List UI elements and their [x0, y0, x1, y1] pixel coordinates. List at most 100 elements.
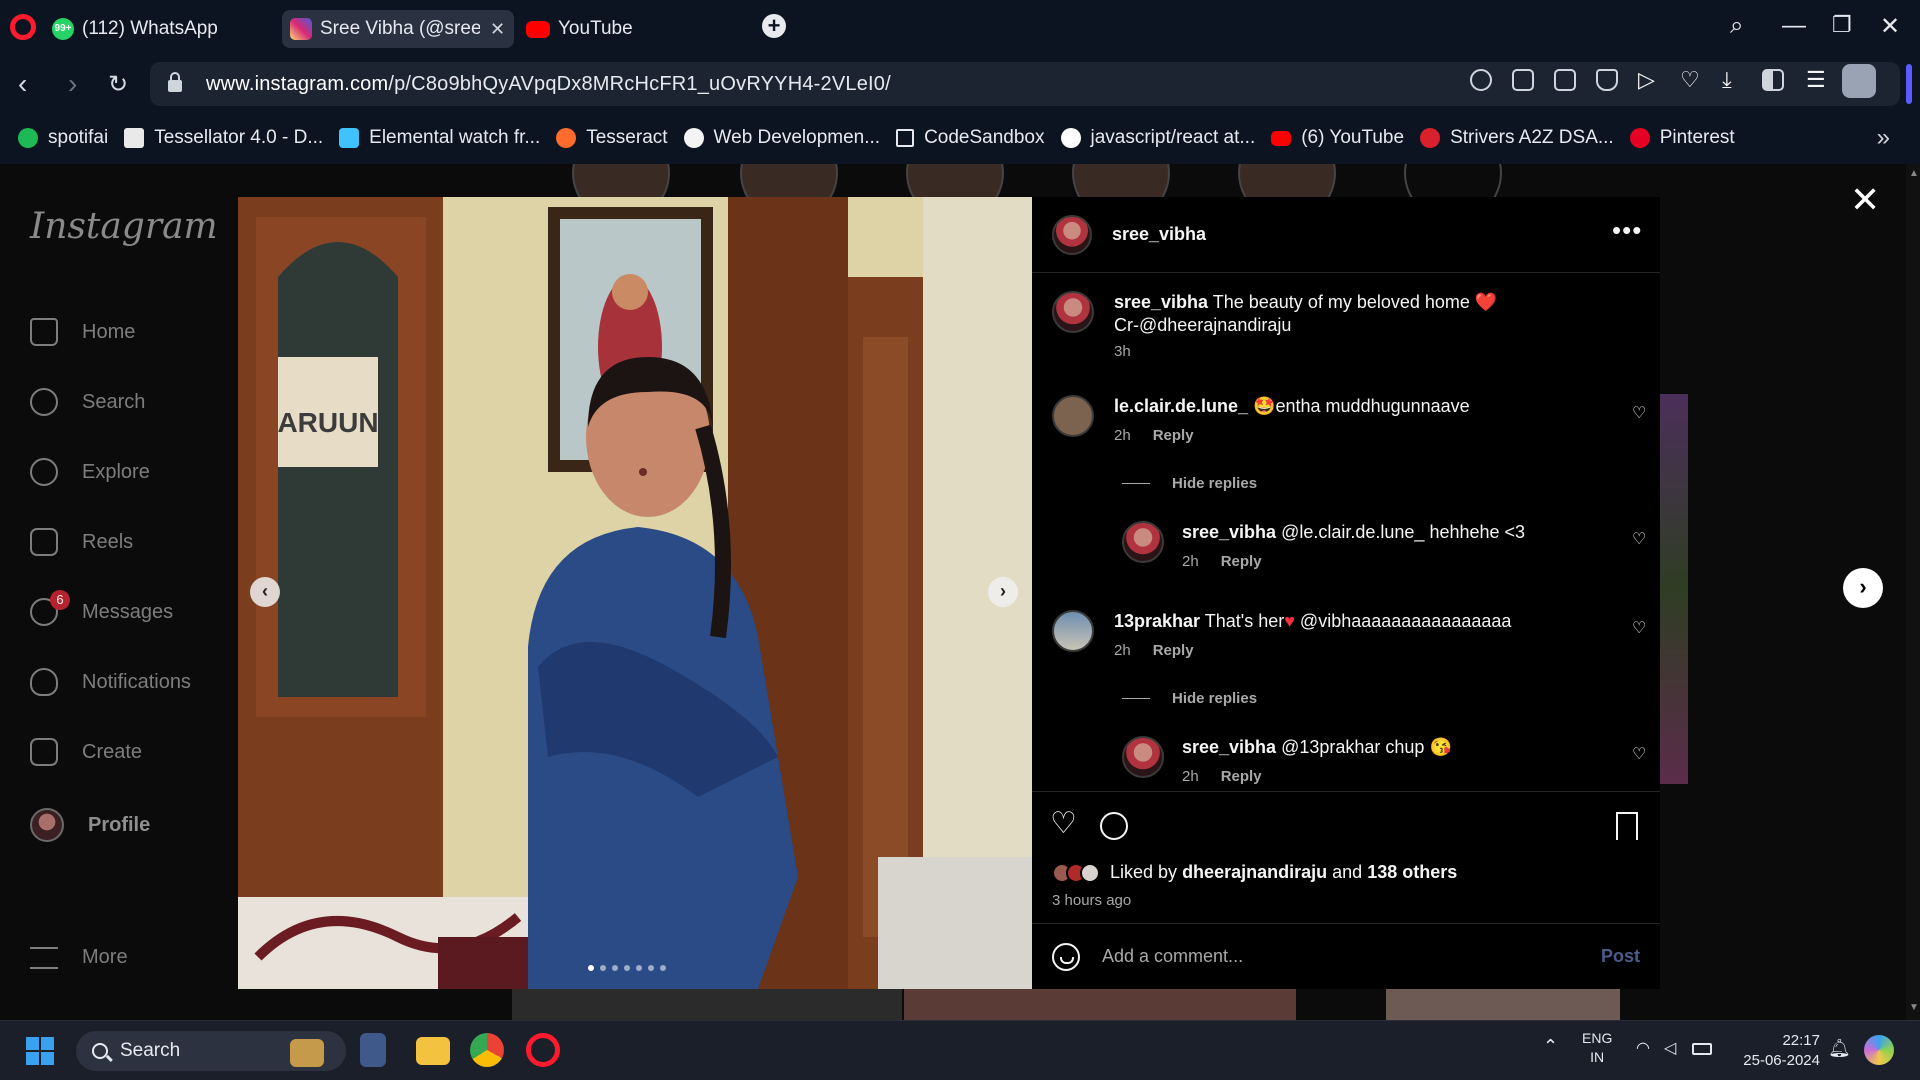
reply-button[interactable]: Reply — [1153, 642, 1194, 659]
author-username[interactable]: sree_vibha — [1112, 224, 1206, 245]
new-tab-button[interactable]: + — [762, 14, 786, 38]
author-avatar[interactable] — [1052, 215, 1092, 255]
bookmark-tessellator[interactable]: Tessellator 4.0 - D... — [124, 127, 323, 149]
avatar[interactable] — [1122, 736, 1164, 778]
next-post-button[interactable]: › — [1843, 568, 1883, 608]
notification-bell-icon[interactable]: 🔔︎ — [1828, 1039, 1851, 1058]
comment-username[interactable]: le.clair.de.lune_ — [1114, 396, 1248, 416]
nav-profile[interactable]: Profile — [30, 808, 150, 842]
bookmark-tesseract[interactable]: Tesseract — [556, 127, 668, 149]
grid-thumbnail[interactable] — [904, 989, 1296, 1020]
comment-username[interactable]: sree_vibha — [1182, 522, 1276, 542]
send-icon[interactable]: ▷ — [1638, 69, 1660, 91]
comment-icon[interactable] — [1100, 812, 1128, 840]
avatar[interactable] — [1052, 610, 1094, 652]
post-comment-button[interactable]: Post — [1601, 946, 1640, 967]
camera-icon[interactable] — [1554, 69, 1576, 91]
nav-messages[interactable]: 6 Messages — [30, 590, 173, 626]
close-tab-icon[interactable]: ✕ — [490, 19, 505, 40]
carousel-prev-button[interactable]: ‹ — [250, 577, 280, 607]
lens-search-icon[interactable] — [1470, 69, 1492, 91]
grid-thumbnail[interactable] — [1386, 989, 1620, 1020]
emoji-icon[interactable] — [1052, 942, 1080, 971]
close-modal-icon[interactable]: ✕ — [1850, 182, 1880, 218]
tab-whatsapp[interactable]: 99+ (112) WhatsApp — [44, 10, 280, 48]
save-bookmark-icon[interactable] — [1616, 812, 1638, 840]
scroll-down-icon[interactable]: ▼ — [1909, 1002, 1919, 1013]
bookmark-elemental[interactable]: Elemental watch fr... — [339, 127, 540, 149]
grid-thumbnail[interactable] — [512, 989, 902, 1020]
forward-icon[interactable]: › — [68, 68, 77, 100]
bookmark-spotifai[interactable]: spotifai — [18, 127, 108, 149]
theme-toggle-icon[interactable] — [1762, 69, 1784, 91]
edit-icon[interactable] — [1512, 69, 1534, 91]
copilot-icon[interactable] — [1864, 1035, 1894, 1065]
close-window-icon[interactable]: ✕ — [1880, 12, 1900, 41]
avatar[interactable] — [1122, 521, 1164, 563]
more-options-icon[interactable]: ••• — [1612, 215, 1642, 246]
comment-username[interactable]: 13prakhar — [1114, 611, 1200, 631]
bookmark-web-dev[interactable]: Web Developmen... — [683, 127, 880, 149]
language-indicator[interactable]: ENG IN — [1582, 1029, 1612, 1067]
minimize-icon[interactable]: — — [1782, 12, 1806, 40]
bookmark-strivers[interactable]: Strivers A2Z DSA... — [1420, 127, 1614, 149]
url-text[interactable]: www.instagram.com/p/C8o9bhQyAVpqDx8MRcHc… — [206, 73, 891, 96]
search-highlight-icon[interactable] — [290, 1039, 324, 1067]
nav-explore[interactable]: Explore — [30, 458, 150, 486]
bookmark-github[interactable]: javascript/react at... — [1060, 127, 1255, 149]
back-icon[interactable]: ‹ — [18, 68, 27, 100]
chevron-up-icon[interactable]: ⌃ — [1543, 1037, 1558, 1056]
reload-icon[interactable]: ↻ — [108, 70, 128, 99]
wifi-icon[interactable]: ◠ — [1636, 1039, 1650, 1058]
comment-input[interactable]: Add a comment... — [1102, 946, 1601, 967]
nav-create[interactable]: Create — [30, 738, 142, 766]
avatar[interactable] — [1052, 291, 1094, 333]
heart-icon[interactable]: ♡ — [1680, 69, 1702, 91]
opera-menu-icon[interactable] — [10, 14, 36, 40]
bookmark-codesandbox[interactable]: CodeSandbox — [896, 127, 1045, 149]
like-comment-icon[interactable]: ♡ — [1632, 744, 1646, 764]
scroll-up-icon[interactable]: ▲ — [1909, 168, 1919, 179]
tab-instagram[interactable]: Sree Vibha (@sree_v ✕ — [282, 10, 514, 48]
hide-replies-button[interactable]: Hide replies — [1122, 690, 1257, 707]
browser-search-icon[interactable]: ⌕ — [1730, 12, 1743, 40]
nav-more[interactable]: More — [30, 946, 128, 969]
nav-reels[interactable]: Reels — [30, 528, 133, 556]
caption-username[interactable]: sree_vibha — [1114, 292, 1208, 312]
browser-profile-icon[interactable] — [1842, 64, 1876, 98]
windows-start-icon[interactable] — [26, 1037, 54, 1065]
easy-setup-icon[interactable]: ☰ — [1806, 69, 1828, 91]
opera-icon[interactable] — [526, 1033, 560, 1067]
calculator-icon[interactable] — [360, 1033, 386, 1067]
instagram-logo[interactable]: Instagram — [30, 206, 218, 247]
reply-button[interactable]: Reply — [1221, 553, 1262, 570]
tab-youtube[interactable]: YouTube — [518, 10, 718, 48]
file-explorer-icon[interactable] — [416, 1037, 450, 1065]
taskbar-clock[interactable]: 22:17 25-06-2024 — [1730, 1031, 1820, 1071]
reply-button[interactable]: Reply — [1153, 427, 1194, 444]
chrome-icon[interactable] — [470, 1033, 504, 1067]
like-comment-icon[interactable]: ♡ — [1632, 618, 1646, 638]
like-icon[interactable]: ♡ — [1050, 806, 1077, 841]
bookmark-pinterest[interactable]: Pinterest — [1629, 127, 1735, 149]
liked-by-others[interactable]: 138 others — [1367, 862, 1457, 883]
shield-icon[interactable] — [1596, 69, 1618, 91]
page-scrollbar[interactable]: ▲ ▼ — [1906, 164, 1920, 1020]
liked-by-user[interactable]: dheerajnandiraju — [1182, 862, 1327, 883]
download-icon[interactable]: ⤓ — [1722, 69, 1744, 91]
comment-username[interactable]: sree_vibha — [1182, 737, 1276, 757]
comment-mention[interactable]: @vibhaaaaaaaaaaaaaaaa — [1295, 611, 1511, 631]
avatar[interactable] — [1052, 395, 1094, 437]
nav-search[interactable]: Search — [30, 388, 145, 416]
restore-icon[interactable]: ❐ — [1832, 12, 1852, 38]
nav-notifications[interactable]: Notifications — [30, 668, 191, 696]
post-photo[interactable]: ARUUN ‹ › — [238, 197, 1032, 989]
carousel-next-button[interactable]: › — [988, 577, 1018, 607]
volume-icon[interactable]: ◁ — [1664, 1039, 1676, 1058]
like-comment-icon[interactable]: ♡ — [1632, 529, 1646, 549]
chevron-double-right-icon[interactable]: » — [1877, 124, 1890, 152]
like-comment-icon[interactable]: ♡ — [1632, 403, 1646, 423]
nav-home[interactable]: Home — [30, 318, 135, 346]
bookmark-youtube[interactable]: (6) YouTube — [1271, 127, 1404, 149]
reply-button[interactable]: Reply — [1221, 768, 1262, 785]
